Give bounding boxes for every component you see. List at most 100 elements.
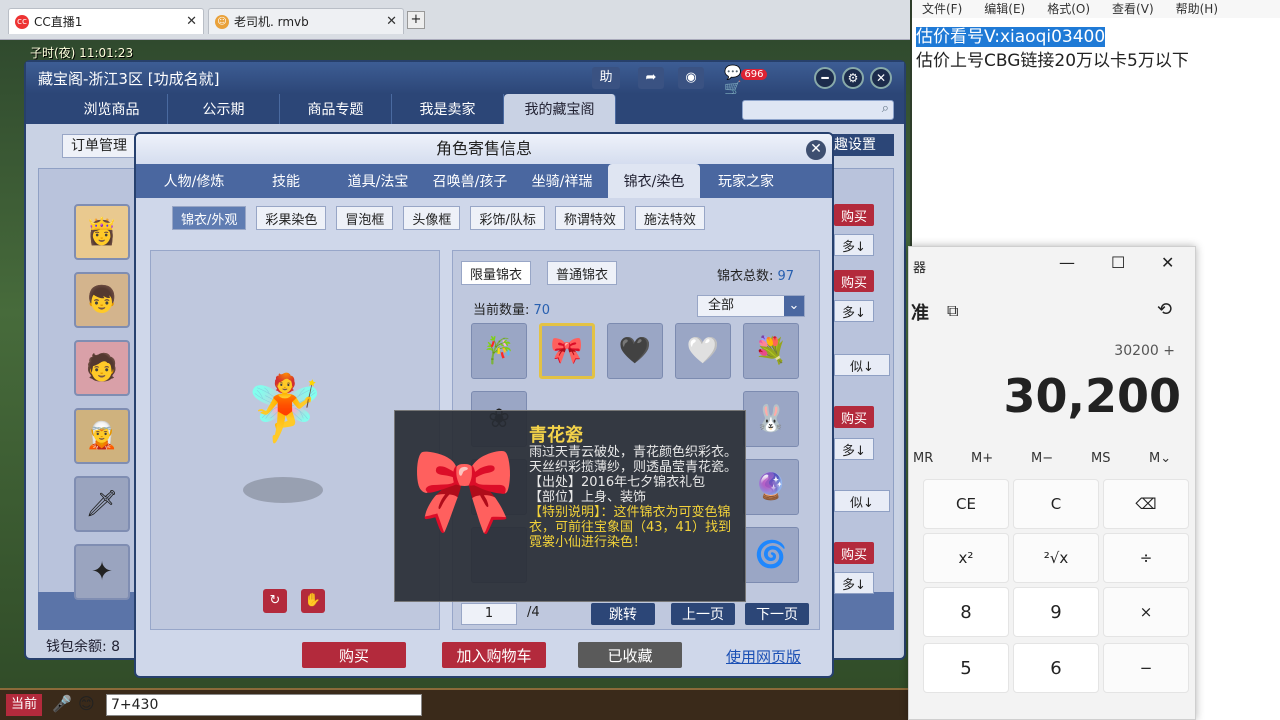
menu-format[interactable]: 格式(O) [1047, 0, 1090, 18]
tab-character[interactable]: 人物/修炼 [148, 164, 240, 198]
side-more-button[interactable]: 多↓ [834, 234, 874, 256]
key-9[interactable]: 9 [1013, 587, 1099, 637]
outfit-item-black-bow[interactable]: 🖤 [607, 323, 663, 379]
maximize-icon[interactable]: ☐ [1111, 253, 1125, 272]
web-version-link[interactable]: 使用网页版 [726, 646, 801, 667]
notepad-line-1[interactable]: 估价看号V:xiaoqi03400 [916, 22, 1106, 47]
side-similar-button[interactable]: 似↓ [834, 490, 890, 512]
tab-outfits[interactable]: 锦衣/染色 [608, 164, 700, 198]
key-sqrt[interactable]: ²√x [1013, 533, 1099, 583]
tab-items[interactable]: 道具/法宝 [332, 164, 424, 198]
side-buy-button[interactable]: 购买 [834, 204, 874, 226]
side-buy-button[interactable]: 购买 [834, 270, 874, 292]
weapon-staff-icon[interactable]: ✦ [74, 544, 130, 600]
tab-skills[interactable]: 技能 [240, 164, 332, 198]
jump-button[interactable]: 跳转 [591, 603, 655, 625]
next-page-button[interactable]: 下一页 [745, 603, 809, 625]
weapon-spear-icon[interactable]: 🗡 [74, 476, 130, 532]
key-c[interactable]: C [1013, 479, 1099, 529]
outfit-item-staff[interactable]: 🎋 [471, 323, 527, 379]
record-icon[interactable]: ◉ [678, 67, 704, 89]
key-square[interactable]: x² [923, 533, 1009, 583]
category-dropdown[interactable]: 全部 ⌄ [697, 295, 805, 317]
nav-public[interactable]: 公示期 [168, 94, 280, 124]
chat-channel-button[interactable]: 当前 [6, 694, 42, 716]
emoji-icon[interactable]: 😊 [78, 694, 100, 716]
close-tab-icon[interactable]: ✕ [186, 14, 197, 29]
favorited-button[interactable]: 已收藏 [578, 642, 682, 668]
chat-input[interactable]: 7+430 [106, 694, 422, 716]
key-multiply[interactable]: × [1103, 587, 1189, 637]
avatar-character-4[interactable]: 🧝 [74, 408, 130, 464]
microphone-icon[interactable]: 🎤 [52, 694, 72, 716]
browser-tab-cc-live[interactable]: cc CC直播1 ✕ [8, 8, 204, 34]
avatar-character-2[interactable]: 👦 [74, 272, 130, 328]
close-icon[interactable]: ✕ [870, 67, 892, 89]
tab-mounts[interactable]: 坐骑/祥瑞 [516, 164, 608, 198]
memory-list[interactable]: M⌄ [1149, 451, 1171, 466]
menu-file[interactable]: 文件(F) [922, 0, 962, 18]
key-5[interactable]: 5 [923, 643, 1009, 693]
subtab-avatar-frame[interactable]: 头像框 [403, 206, 461, 230]
outfit-item-blue-bow[interactable]: 🎀 [539, 323, 595, 379]
search-icon[interactable]: ⌕ [882, 101, 889, 116]
browser-tab-video[interactable]: ☺ 老司机. rmvb ✕ [208, 8, 404, 34]
filter-limited-button[interactable]: 限量锦衣 [461, 261, 532, 285]
memory-subtract[interactable]: M− [1031, 451, 1053, 466]
help-button[interactable]: 助 [592, 67, 620, 89]
subtab-cast-effect[interactable]: 施法特效 [634, 206, 705, 230]
notepad-line-2[interactable]: 估价上号CBG链接20万以卡5万以下 [916, 46, 1189, 71]
minimize-icon[interactable]: — [1059, 253, 1075, 272]
side-more-button[interactable]: 多↓ [834, 438, 874, 460]
pose-icon[interactable]: ✋ [301, 589, 325, 613]
avatar-character-1[interactable]: 👸 [74, 204, 130, 260]
menu-edit[interactable]: 编辑(E) [984, 0, 1025, 18]
memory-add[interactable]: M+ [971, 451, 993, 466]
menu-view[interactable]: 查看(V) [1112, 0, 1154, 18]
nav-seller[interactable]: 我是卖家 [392, 94, 504, 124]
side-buy-button[interactable]: 购买 [834, 406, 874, 428]
new-tab-button[interactable]: + [407, 11, 425, 29]
gear-icon[interactable]: ⚙ [842, 67, 864, 89]
close-icon[interactable]: ✕ [1161, 253, 1174, 272]
prev-page-button[interactable]: 上一页 [671, 603, 735, 625]
close-tab-icon[interactable]: ✕ [386, 14, 397, 29]
side-more-button[interactable]: 多↓ [834, 572, 874, 594]
keep-on-top-icon[interactable]: ⧉ [947, 301, 958, 321]
side-buy-button[interactable]: 购买 [834, 542, 874, 564]
subtab-bubble[interactable]: 冒泡框 [336, 206, 394, 230]
key-backspace[interactable]: ⌫ [1103, 479, 1189, 529]
minimize-icon[interactable]: ━ [814, 67, 836, 89]
shop-search-input[interactable]: ⌕ [742, 100, 894, 120]
avatar-character-3[interactable]: 🧑 [74, 340, 130, 396]
dialog-close-icon[interactable]: ✕ [806, 140, 826, 160]
outfit-item-blue-swirl[interactable]: 🌀 [743, 527, 799, 583]
nav-my-shop[interactable]: 我的藏宝阁 [504, 94, 616, 124]
buy-button[interactable]: 购买 [302, 642, 406, 668]
nav-topics[interactable]: 商品专题 [280, 94, 392, 124]
subtab-decor[interactable]: 彩饰/队标 [470, 206, 545, 230]
memory-recall[interactable]: MR [913, 451, 933, 466]
tab-home[interactable]: 玩家之家 [700, 164, 792, 198]
share-icon[interactable]: ➦ [638, 67, 664, 89]
subtab-outfit[interactable]: 锦衣/外观 [172, 206, 247, 230]
outfit-item-white-bow[interactable]: 🤍 [675, 323, 731, 379]
cart-button[interactable]: 💬 696🛒 [724, 65, 776, 97]
add-to-cart-button[interactable]: 加入购物车 [442, 642, 546, 668]
key-6[interactable]: 6 [1013, 643, 1099, 693]
outfit-item-hairpiece[interactable]: 💐 [743, 323, 799, 379]
history-icon[interactable]: ⟲ [1157, 299, 1172, 320]
rotate-icon[interactable]: ↻ [263, 589, 287, 613]
outfit-item-rabbit[interactable]: 🐰 [743, 391, 799, 447]
key-minus[interactable]: − [1103, 643, 1189, 693]
side-similar-button[interactable]: 似↓ [834, 354, 890, 376]
nav-browse[interactable]: 浏览商品 [56, 94, 168, 124]
key-ce[interactable]: CE [923, 479, 1009, 529]
key-divide[interactable]: ÷ [1103, 533, 1189, 583]
filter-normal-button[interactable]: 普通锦衣 [547, 261, 618, 285]
order-manage-button[interactable]: 订单管理 [62, 134, 136, 158]
outfit-item-blue-orb[interactable]: 🔮 [743, 459, 799, 515]
key-8[interactable]: 8 [923, 587, 1009, 637]
subtab-title-effect[interactable]: 称谓特效 [554, 206, 625, 230]
page-input[interactable]: 1 [461, 603, 517, 625]
